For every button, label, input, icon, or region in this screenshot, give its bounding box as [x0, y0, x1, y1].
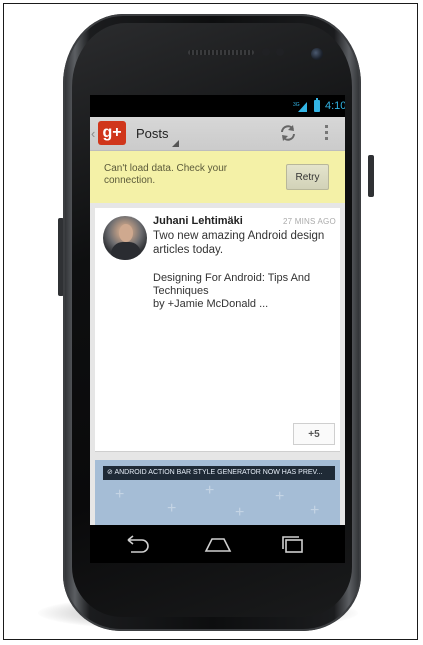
post-author[interactable]: Juhani Lehtimäki	[153, 215, 243, 227]
back-icon[interactable]	[122, 534, 152, 554]
phone-screen: 3G 4:10 ‹ g+ Posts Can't load data. Chec…	[90, 95, 345, 525]
home-icon[interactable]	[203, 534, 233, 554]
link-title-line1: Designing For Android: Tips And	[153, 272, 311, 284]
power-button	[368, 155, 374, 197]
front-camera	[311, 48, 323, 60]
link-banner[interactable]: ⊘ ANDROID ACTION BAR STYLE GENERATOR NOW…	[103, 466, 335, 480]
link-banner-text: ANDROID ACTION BAR STYLE GENERATOR NOW H…	[114, 469, 323, 476]
light-sensor	[276, 48, 284, 56]
navigation-bar	[90, 525, 345, 563]
signal-icon: 3G	[293, 102, 307, 112]
link-byline: by +Jamie McDonald ...	[153, 298, 269, 310]
chevron-left-icon[interactable]: ‹	[91, 126, 95, 141]
post-text: Two new amazing Android design articles …	[153, 230, 325, 256]
post-timestamp: 27 MINS AGO	[283, 217, 336, 226]
battery-icon	[314, 98, 320, 112]
refresh-icon[interactable]	[278, 123, 298, 143]
earpiece-speaker	[188, 50, 254, 55]
error-banner: Can't load data. Check your connection. …	[90, 151, 345, 203]
post-card-2[interactable]: + + + + + + ⊘ ANDROID ACTION BAR STYLE G…	[95, 460, 340, 525]
retry-button[interactable]: Retry	[286, 164, 329, 190]
link-title-line2: Techniques	[153, 285, 209, 297]
post-card[interactable]: Juhani Lehtimäki 27 MINS AGO Two new ama…	[95, 208, 340, 452]
overflow-menu-icon[interactable]	[325, 125, 329, 141]
error-message: Can't load data. Check your connection.	[104, 163, 228, 186]
svg-text:3G: 3G	[293, 102, 300, 108]
plus-one-button[interactable]: +5	[293, 423, 335, 445]
spinner-indicator-icon[interactable]	[172, 140, 179, 147]
clock: 4:10	[325, 100, 345, 112]
action-bar: ‹ g+ Posts	[90, 117, 345, 151]
proximity-sensor	[262, 48, 270, 56]
recent-apps-icon[interactable]	[277, 534, 307, 554]
google-plus-icon[interactable]: g+	[98, 121, 126, 145]
post-link-preview[interactable]: Designing For Android: Tips And Techniqu…	[153, 272, 335, 311]
status-bar: 3G 4:10	[90, 95, 345, 117]
action-bar-title[interactable]: Posts	[136, 126, 169, 141]
avatar[interactable]	[103, 216, 147, 260]
